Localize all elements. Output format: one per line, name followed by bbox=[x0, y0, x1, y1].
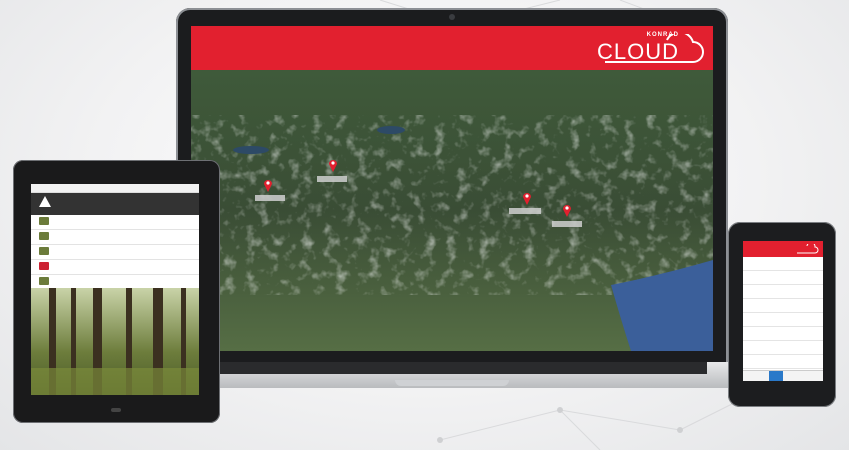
tab-active[interactable] bbox=[769, 371, 783, 381]
list-item[interactable] bbox=[31, 245, 199, 260]
cloud-logo-icon bbox=[605, 34, 704, 63]
machine-icon bbox=[39, 277, 49, 285]
list-item[interactable] bbox=[743, 299, 823, 313]
list-item[interactable] bbox=[743, 271, 823, 285]
map-pin-icon[interactable] bbox=[263, 178, 273, 192]
camera-icon bbox=[449, 14, 455, 20]
list-item[interactable] bbox=[743, 313, 823, 327]
status-bar bbox=[31, 184, 199, 193]
list-item[interactable] bbox=[743, 257, 823, 271]
laptop-notch bbox=[395, 380, 509, 386]
list-item[interactable] bbox=[31, 230, 199, 245]
laptop-hinge bbox=[199, 362, 707, 374]
tablet-detail-header bbox=[31, 193, 199, 215]
phone-header bbox=[743, 241, 823, 257]
list-item[interactable] bbox=[31, 260, 199, 275]
cloud-logo-icon bbox=[797, 244, 819, 254]
machine-icon bbox=[39, 247, 49, 255]
warning-icon bbox=[39, 196, 51, 207]
forest-photo bbox=[31, 288, 199, 395]
list-item[interactable] bbox=[743, 355, 823, 369]
warning-icon bbox=[39, 262, 49, 270]
list-item[interactable] bbox=[743, 341, 823, 355]
list-item[interactable] bbox=[743, 327, 823, 341]
map-pin-icon[interactable] bbox=[328, 158, 338, 172]
pin-label bbox=[255, 195, 285, 201]
tab-bar bbox=[743, 370, 823, 381]
tablet-screen bbox=[31, 184, 199, 395]
pin-label bbox=[509, 208, 541, 214]
map-pin-icon[interactable] bbox=[562, 203, 572, 217]
laptop-screen: KONRAD CLOUD bbox=[191, 26, 713, 351]
app-header: KONRAD CLOUD bbox=[191, 26, 713, 70]
list-item[interactable] bbox=[31, 215, 199, 230]
home-button[interactable] bbox=[111, 408, 121, 412]
list-item[interactable] bbox=[743, 285, 823, 299]
map-pin-icon[interactable] bbox=[522, 191, 532, 205]
pin-label bbox=[552, 221, 582, 227]
satellite-map[interactable] bbox=[191, 70, 713, 351]
pin-label bbox=[317, 176, 347, 182]
machine-icon bbox=[39, 217, 49, 225]
machine-icon bbox=[39, 232, 49, 240]
phone-screen bbox=[743, 241, 823, 381]
